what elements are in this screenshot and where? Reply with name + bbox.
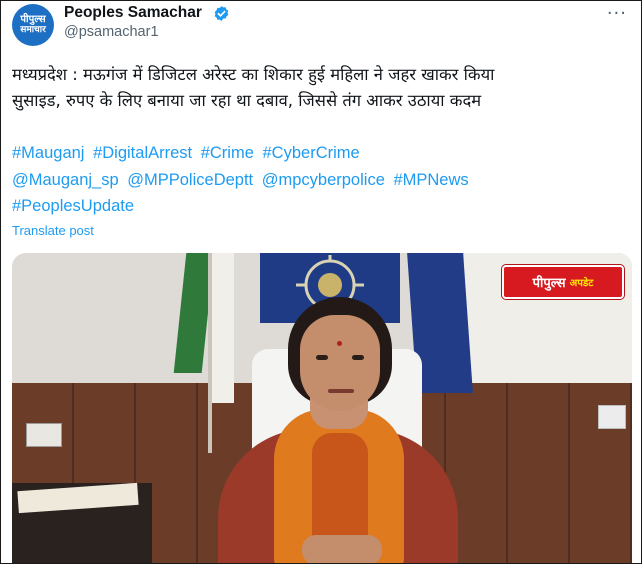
post-text: मध्यप्रदेश : मऊगंज में डिजिटल अरेस्ट का …: [12, 62, 612, 114]
display-name[interactable]: Peoples Samachar: [64, 4, 202, 22]
hashtag-link[interactable]: #DigitalArrest: [93, 144, 192, 162]
hashtag-link[interactable]: #Mauganj: [12, 144, 84, 162]
tags-line3: #PeoplesUpdate: [12, 193, 632, 220]
person-bindi: [337, 341, 342, 346]
hashtag-link[interactable]: #PeoplesUpdate: [12, 197, 134, 215]
post-text-line1: मध्यप्रदेश : मऊगंज में डिजिटल अरेस्ट का …: [12, 65, 495, 84]
hashtag-link[interactable]: #Crime: [201, 144, 254, 162]
post-video-thumbnail[interactable]: पीपुल्स अपडेट: [12, 253, 632, 563]
post-card[interactable]: पीपुल्स समाचार Peoples Samachar @psamach…: [0, 0, 642, 564]
mention-link[interactable]: @Mauganj_sp: [12, 171, 119, 189]
scene-flag-white: [212, 253, 234, 403]
channel-logo-text-sub: अपडेट: [569, 278, 594, 289]
scene-wall-outlet: [598, 405, 626, 429]
scene-phone: [26, 423, 62, 447]
more-options-icon[interactable]: ···: [607, 3, 627, 24]
translate-post-link[interactable]: Translate post: [12, 223, 94, 238]
post-text-line2: सुसाइड, रुपए के लिए बनाया जा रहा था दबाव…: [12, 91, 482, 110]
mention-link[interactable]: @MPPoliceDeptt: [127, 171, 253, 189]
user-handle[interactable]: @psamachar1: [64, 24, 159, 40]
person-face: [300, 315, 380, 411]
hashtag-link[interactable]: #CyberCrime: [263, 144, 360, 162]
channel-logo-text-main: पीपुल्स: [532, 276, 566, 291]
avatar-text-line1: पीपुल्स: [20, 14, 46, 26]
person-eye-right: [352, 355, 364, 360]
post-tags: #Mauganj #DigitalArrest #Crime #CyberCri…: [12, 140, 632, 220]
tags-line1: #Mauganj #DigitalArrest #Crime #CyberCri…: [12, 140, 632, 167]
channel-logo: पीपुल्स अपडेट: [502, 265, 624, 299]
person-hands: [302, 535, 382, 563]
scene-flag-pole: [208, 253, 212, 453]
mention-link[interactable]: @mpcyberpolice: [262, 171, 385, 189]
tags-line2: @Mauganj_sp @MPPoliceDeptt @mpcyberpolic…: [12, 167, 632, 194]
avatar-text-line2: समाचार: [20, 24, 46, 35]
hashtag-link[interactable]: #MPNews: [393, 171, 468, 189]
avatar[interactable]: पीपुल्स समाचार: [12, 4, 54, 46]
person-eye-left: [316, 355, 328, 360]
person-mouth: [328, 389, 354, 393]
verified-badge-icon: [214, 6, 229, 21]
